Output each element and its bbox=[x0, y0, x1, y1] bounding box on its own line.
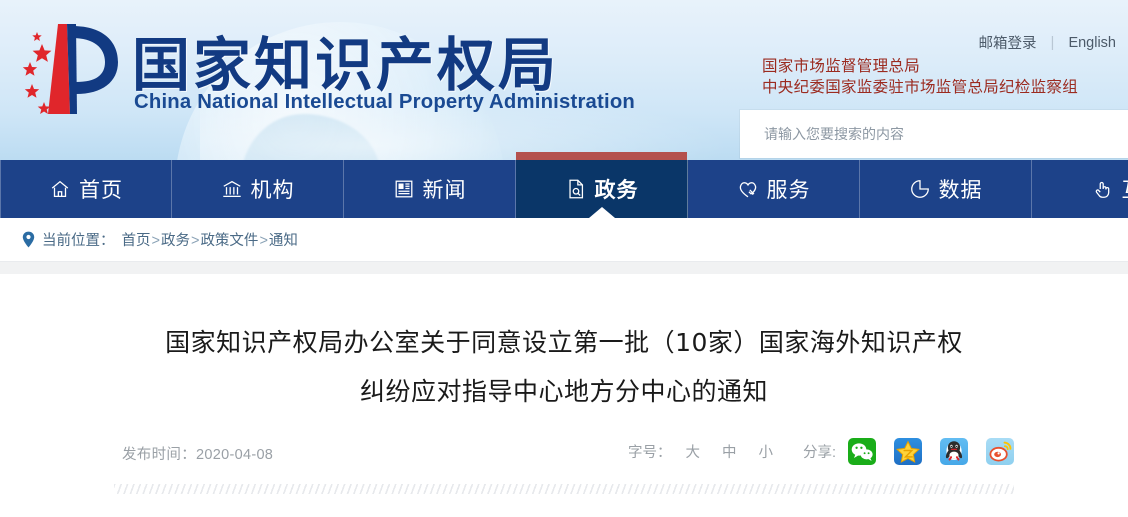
org-line-2[interactable]: 中央纪委国家监委驻市场监管总局纪检监察组 bbox=[762, 77, 1078, 98]
breadcrumb-link-2[interactable]: 政策文件 bbox=[200, 233, 258, 249]
newspaper-icon bbox=[393, 178, 415, 200]
location-pin-icon bbox=[22, 231, 35, 248]
document-search-icon bbox=[565, 178, 587, 200]
article-title: 国家知识产权局办公室关于同意设立第一批（10家）国家海外知识产权 纠纷应对指导中… bbox=[124, 318, 1004, 416]
article-title-line-2: 纠纷应对指导中心地方分中心的通知 bbox=[359, 377, 768, 406]
nav-item-government-affairs[interactable]: 政务 bbox=[516, 152, 688, 218]
share-icon-group bbox=[848, 438, 1014, 465]
article-container: 国家知识产权局办公室关于同意设立第一批（10家）国家海外知识产权 纠纷应对指导中… bbox=[0, 274, 1128, 494]
bank-icon bbox=[221, 178, 243, 200]
font-size-large-button[interactable]: 大 bbox=[685, 441, 700, 462]
font-size-medium-button[interactable]: 中 bbox=[722, 441, 737, 462]
font-size-small-button[interactable]: 小 bbox=[758, 441, 773, 462]
nav-item-institution[interactable]: 机构 bbox=[172, 160, 344, 218]
breadcrumb-link-0[interactable]: 首页 bbox=[122, 233, 151, 249]
site-header: 国家知识产权局 China National Intellectual Prop… bbox=[0, 0, 1128, 160]
font-size-label: 字号： bbox=[627, 445, 672, 461]
nav-label-news: 新闻 bbox=[422, 179, 467, 202]
publish-time-label: 发布时间： bbox=[122, 446, 196, 463]
nav-label-home: 首页 bbox=[79, 179, 123, 202]
section-divider-strip bbox=[0, 262, 1128, 274]
cnipa-emblem-icon bbox=[14, 18, 122, 122]
nav-item-interaction[interactable]: 互 bbox=[1032, 160, 1128, 218]
site-logo[interactable]: 国家知识产权局 China National Intellectual Prop… bbox=[14, 14, 635, 124]
pie-chart-icon bbox=[909, 178, 931, 200]
home-icon bbox=[49, 178, 71, 200]
nav-label-service: 服务 bbox=[766, 179, 811, 202]
nav-label-data: 数据 bbox=[938, 179, 983, 202]
main-navigation: 首页 机构 新闻 政务 服务 数据 bbox=[0, 152, 1128, 218]
publish-time: 发布时间：2020-04-08 bbox=[122, 443, 273, 464]
breadcrumb-label: 当前位置： bbox=[42, 233, 115, 249]
share-label: 分享: bbox=[802, 445, 836, 461]
breadcrumb-sep-0: > bbox=[151, 233, 160, 249]
affiliated-organization-names: 国家市场监督管理总局 中央纪委国家监委驻市场监管总局纪检监察组 bbox=[762, 56, 1078, 98]
weibo-share-icon[interactable] bbox=[986, 438, 1014, 465]
breadcrumb-sep-2: > bbox=[259, 233, 268, 249]
nav-item-data[interactable]: 数据 bbox=[860, 160, 1032, 218]
article-meta-row: 发布时间：2020-04-08 字号： 大 中 小 分享: bbox=[114, 438, 1014, 468]
publish-time-value: 2020-04-08 bbox=[196, 446, 274, 463]
nav-label-institution: 机构 bbox=[250, 179, 295, 202]
nav-label-government-affairs: 政务 bbox=[594, 179, 639, 202]
wechat-share-icon[interactable] bbox=[848, 438, 876, 465]
search-box[interactable] bbox=[740, 110, 1128, 158]
hatched-divider bbox=[114, 484, 1014, 494]
toplinks-divider: | bbox=[1050, 34, 1055, 51]
breadcrumb-link-3[interactable]: 通知 bbox=[269, 233, 298, 249]
breadcrumb-path: 首页>政务>政策文件>通知 bbox=[122, 229, 298, 250]
logo-title-en: China National Intellectual Property Adm… bbox=[134, 90, 636, 113]
search-input[interactable] bbox=[764, 126, 1094, 142]
article-title-line-1: 国家知识产权局办公室关于同意设立第一批（10家）国家海外知识产权 bbox=[165, 328, 963, 357]
breadcrumb-sep-1: > bbox=[190, 233, 200, 249]
hand-click-icon bbox=[1092, 178, 1114, 200]
nav-item-home[interactable]: 首页 bbox=[0, 160, 172, 218]
breadcrumb-band: 当前位置： 首页>政务>政策文件>通知 bbox=[0, 218, 1128, 262]
breadcrumb: 当前位置： 首页>政务>政策文件>通知 bbox=[22, 229, 298, 250]
nav-label-interaction: 互 bbox=[1122, 174, 1128, 204]
nav-item-service[interactable]: 服务 bbox=[688, 160, 860, 218]
service-heart-icon bbox=[737, 178, 759, 200]
nav-item-news[interactable]: 新闻 bbox=[344, 160, 516, 218]
org-line-1[interactable]: 国家市场监督管理总局 bbox=[762, 56, 1078, 77]
mail-login-link[interactable]: 邮箱登录 bbox=[979, 32, 1037, 53]
english-language-link[interactable]: English bbox=[1068, 35, 1116, 51]
article-meta-controls: 字号： 大 中 小 分享: bbox=[628, 438, 1014, 465]
header-top-links: 邮箱登录 | English bbox=[979, 32, 1116, 53]
breadcrumb-link-1[interactable]: 政务 bbox=[161, 233, 190, 249]
qq-share-icon[interactable] bbox=[940, 438, 968, 465]
qzone-share-icon[interactable] bbox=[894, 438, 922, 465]
